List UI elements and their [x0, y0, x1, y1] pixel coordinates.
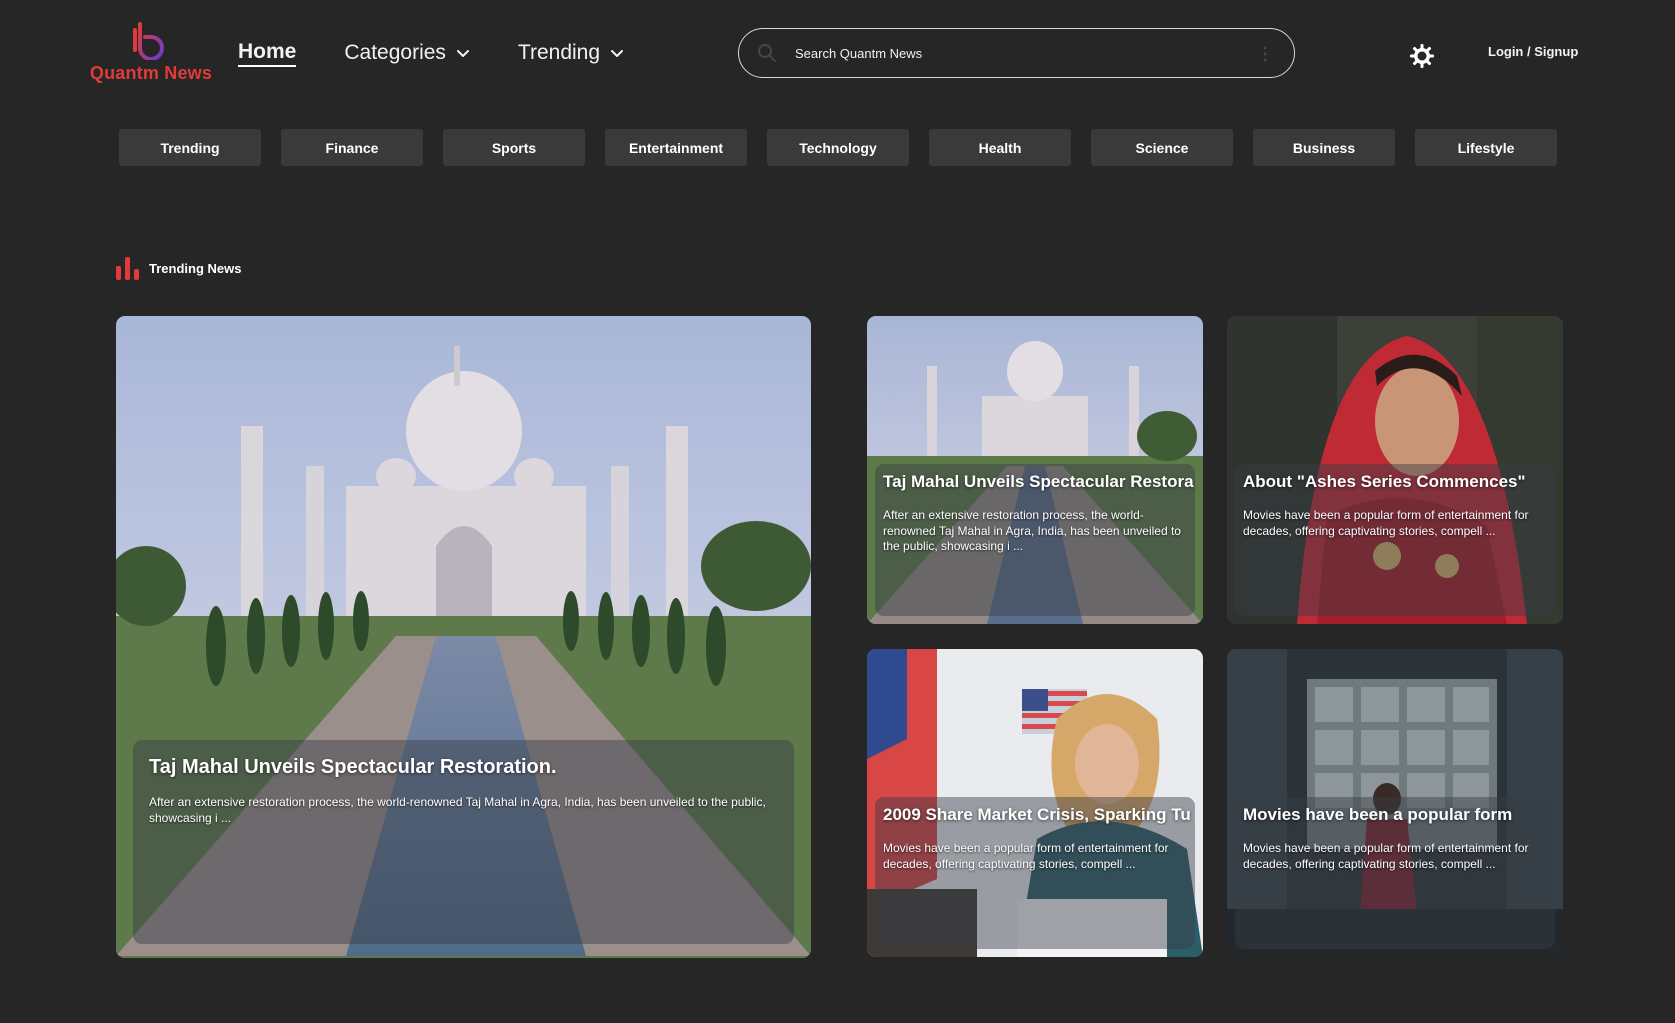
- card-title: Taj Mahal Unveils Spectacular Restora: [883, 472, 1194, 491]
- nav-trending-label: Trending: [517, 41, 601, 64]
- login-signup-link[interactable]: Login / Signup: [1488, 44, 1578, 59]
- logo-mark-icon: [133, 22, 164, 60]
- search-bar: [738, 28, 1295, 78]
- chip-finance[interactable]: Finance: [281, 129, 423, 166]
- chip-trending[interactable]: Trending: [119, 129, 261, 166]
- main-nav: Home Categories Trending: [238, 36, 672, 70]
- chip-entertainment[interactable]: Entertainment: [605, 129, 747, 166]
- category-chips: Trending Finance Sports Entertainment Te…: [119, 129, 1560, 166]
- chevron-down-icon: [611, 50, 624, 57]
- section-heading: Trending News: [115, 256, 241, 280]
- card-title: Movies have been a popular form: [1243, 805, 1513, 824]
- chip-health[interactable]: Health: [929, 129, 1071, 166]
- card-title: 2009 Share Market Crisis, Sparking Tu: [883, 805, 1191, 824]
- chevron-down-icon: [456, 50, 469, 57]
- card-description: After an extensive restoration process, …: [883, 508, 1181, 553]
- brand-logo[interactable]: Quantm News: [86, 20, 216, 86]
- news-card-featured[interactable]: Taj Mahal Unveils Spectacular Restoratio…: [116, 316, 811, 958]
- section-title: Trending News: [149, 260, 242, 276]
- card-description: Movies have been a popular form of enter…: [1243, 508, 1529, 538]
- chip-sports[interactable]: Sports: [443, 129, 585, 166]
- more-options-icon[interactable]: [1262, 45, 1268, 63]
- news-card[interactable]: 2009 Share Market Crisis, Sparking Tu Mo…: [867, 649, 1203, 957]
- nav-home-label: Home: [238, 39, 297, 63]
- news-card[interactable]: Movies have been a popular form Movies h…: [1227, 649, 1563, 957]
- search-input[interactable]: [795, 41, 1235, 65]
- card-title: Taj Mahal Unveils Spectacular Restoratio…: [149, 756, 557, 778]
- card-description: After an extensive restoration process, …: [149, 795, 766, 825]
- search-icon: [758, 44, 776, 62]
- nav-categories-label: Categories: [344, 41, 446, 64]
- news-card[interactable]: Taj Mahal Unveils Spectacular Restora Af…: [867, 316, 1203, 624]
- nav-categories[interactable]: Categories: [344, 41, 470, 65]
- card-description: Movies have been a popular form of enter…: [883, 841, 1169, 871]
- header: Quantm News Home Categories Trending Sea…: [0, 0, 1675, 105]
- chip-science[interactable]: Science: [1091, 129, 1233, 166]
- nav-home[interactable]: Home: [238, 39, 297, 67]
- card-description: Movies have been a popular form of enter…: [1243, 841, 1529, 871]
- theme-toggle-icon[interactable]: [1410, 44, 1434, 68]
- news-card[interactable]: About "Ashes Series Commences" Movies ha…: [1227, 316, 1563, 624]
- chip-technology[interactable]: Technology: [767, 129, 909, 166]
- nav-trending[interactable]: Trending: [518, 41, 624, 65]
- card-title: About "Ashes Series Commences": [1243, 472, 1526, 491]
- chip-lifestyle[interactable]: Lifestyle: [1415, 129, 1557, 166]
- chip-business[interactable]: Business: [1253, 129, 1395, 166]
- brand-name: Quantm News: [89, 63, 213, 83]
- trending-bars-icon: [116, 257, 139, 280]
